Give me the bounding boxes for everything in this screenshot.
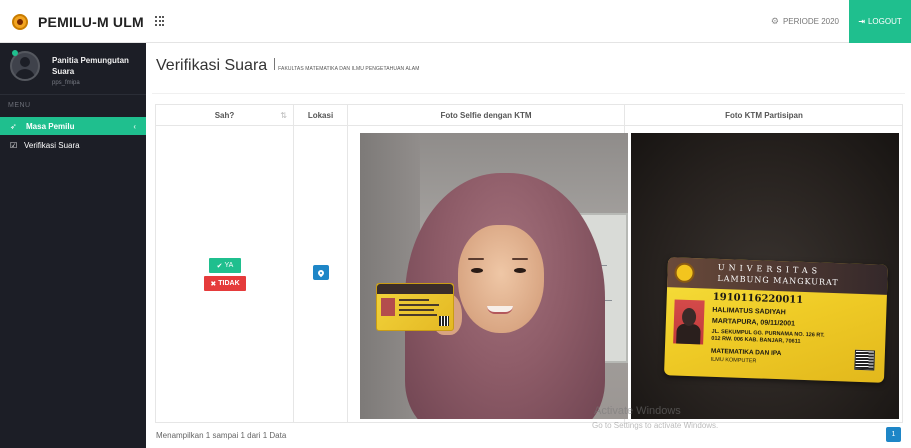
table-header: Sah? ⇅ Lokasi Foto Selfie dengan KTM Fot… — [156, 105, 902, 126]
column-header-label: Sah? — [214, 111, 235, 120]
sidebar-item-label: Verifikasi Suara — [24, 140, 80, 150]
table-info: Menampilkan 1 sampai 1 dari 1 Data — [156, 431, 287, 440]
top-navbar: PEMILU-M ULM ⚙ PERIODE 2020 ⇥ LOGOUT — [0, 0, 911, 43]
ktm-program: ILMU KOMPUTER — [710, 356, 757, 365]
header-divider — [152, 93, 905, 94]
logout-button[interactable]: ⇥ LOGOUT — [849, 0, 911, 43]
ktm-portrait — [673, 299, 705, 345]
sidebar-item-label: Masa Pemilu — [26, 121, 75, 131]
user-panel: Panitia Pemungutan Suara pps_fmipa — [0, 43, 146, 95]
page-subtitle: FAKULTAS MATEMATIKA DAN ILMU PENGETAHUAN… — [278, 66, 420, 72]
cell-foto-ktm: UNIVERSITAS LAMBUNG MANGKURAT 1910116220… — [625, 126, 903, 423]
periode-label: PERIODE 2020 — [782, 17, 839, 26]
tidak-button[interactable]: ✖ TIDAK — [204, 276, 246, 291]
ktm-nim: 1910116220011 — [712, 291, 804, 306]
cell-sah: ✔ YA ✖ TIDAK — [156, 126, 294, 423]
menu-header: MENU — [8, 102, 31, 109]
page-title: Verifikasi Suara — [156, 57, 268, 74]
ya-button[interactable]: ✔ YA — [209, 258, 241, 273]
ktm-name: HALIMATUS SADIYAH — [712, 306, 786, 317]
main-content: Verifikasi Suara FAKULTAS MATEMATIKA DAN… — [146, 43, 911, 448]
selfie-photo[interactable] — [360, 133, 628, 419]
periode-indicator: ⚙ PERIODE 2020 — [771, 0, 839, 43]
chevron-left-icon: ‹ — [133, 121, 136, 131]
verification-table: Sah? ⇅ Lokasi Foto Selfie dengan KTM Fot… — [155, 104, 903, 423]
smile — [487, 306, 513, 314]
close-icon: ✖ — [210, 280, 217, 288]
sidebar: Panitia Pemungutan Suara pps_fmipa MENU … — [0, 43, 146, 448]
page-header: Verifikasi Suara FAKULTAS MATEMATIKA DAN… — [156, 57, 419, 75]
user-name: Panitia Pemungutan Suara — [52, 56, 129, 76]
column-header-lokasi: Lokasi — [294, 105, 348, 126]
ktm-photo[interactable]: UNIVERSITAS LAMBUNG MANGKURAT 1910116220… — [631, 133, 899, 419]
pagination-page-1[interactable]: 1 — [886, 427, 901, 442]
ya-label: YA — [224, 262, 234, 269]
sort-icon: ⇅ — [280, 111, 287, 120]
column-header-foto-ktm: Foto KTM Partisipan — [725, 111, 803, 120]
user-role: pps_fmipa — [52, 80, 80, 86]
map-marker-icon — [316, 268, 326, 277]
brand-title: PEMILU-M ULM — [38, 13, 144, 30]
gear-icon: ⚙ — [770, 16, 779, 26]
title-divider — [274, 58, 276, 70]
ktm-faculty: MATEMATIKA DAN IPA — [710, 347, 782, 358]
cell-lokasi — [294, 126, 348, 423]
sidebar-item-verifikasi-suara[interactable]: ☑ Verifikasi Suara — [0, 137, 146, 153]
column-header-foto-selfie: Foto Selfie dengan KTM — [348, 105, 625, 126]
check-icon: ✔ — [216, 262, 223, 270]
logout-label: LOGOUT — [867, 17, 902, 26]
tidak-label: TIDAK — [218, 280, 240, 287]
location-button[interactable] — [313, 265, 329, 280]
ktm-card: UNIVERSITAS LAMBUNG MANGKURAT 1910116220… — [664, 257, 888, 383]
sidebar-item-masa-pemilu[interactable]: ➶ Masa Pemilu ‹ — [0, 117, 146, 135]
sign-out-icon: ⇥ — [858, 17, 865, 26]
column-header-sah[interactable]: Sah? ⇅ — [156, 105, 294, 126]
qr-code-icon — [854, 349, 875, 371]
face — [458, 225, 544, 333]
cell-foto-selfie — [348, 126, 628, 423]
ulm-logo-icon — [12, 13, 28, 30]
check-square-icon: ☑ — [10, 140, 18, 150]
online-status-icon — [12, 50, 18, 56]
ktm-card-in-hand — [376, 283, 454, 331]
activate-windows-hint: Go to Settings to activate Windows. — [592, 421, 719, 430]
apps-grid-icon[interactable] — [155, 16, 165, 26]
ktm-birth: MARTAPURA, 09/11/2001 — [711, 317, 796, 328]
activate-windows-watermark: Activate Windows — [594, 405, 681, 417]
brand[interactable]: PEMILU-M ULM — [0, 0, 146, 43]
paper-plane-icon: ➶ — [10, 121, 17, 131]
